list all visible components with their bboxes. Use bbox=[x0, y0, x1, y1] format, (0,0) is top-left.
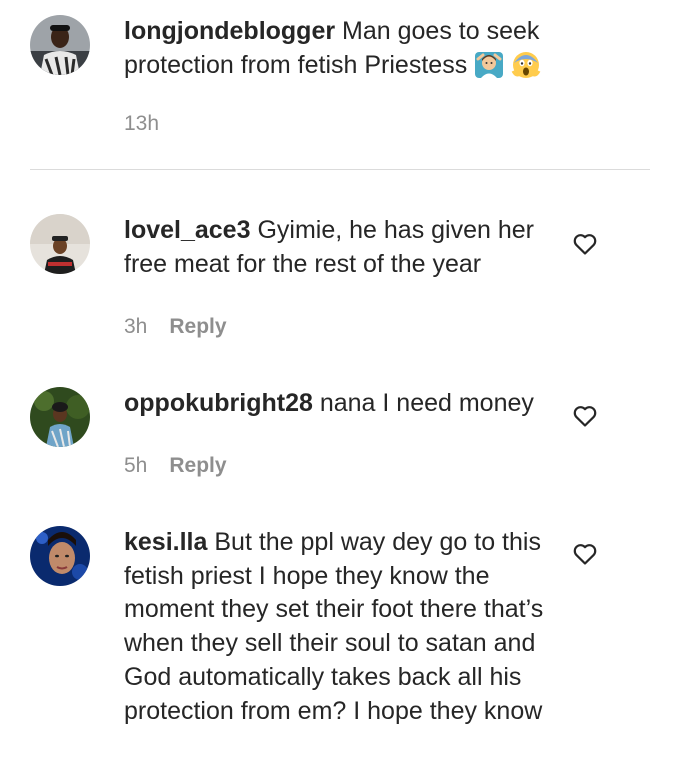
comment-text: oppokubright28 nana I need money bbox=[124, 387, 554, 421]
heart-outline-icon[interactable] bbox=[572, 542, 598, 566]
caption-text: longjondeblogger Man goes to seek protec… bbox=[124, 15, 554, 82]
comment-meta: 5h Reply bbox=[124, 454, 227, 478]
caption-time: 13h bbox=[124, 112, 160, 135]
reply-button[interactable]: Reply bbox=[169, 454, 226, 478]
caption-divider bbox=[30, 169, 650, 170]
comment-meta: 3h Reply bbox=[124, 315, 227, 339]
comment-username[interactable]: lovel_ace3 bbox=[124, 216, 251, 244]
comment-time: 5h bbox=[124, 454, 148, 477]
avatar-longjondeblogger[interactable] bbox=[30, 15, 90, 75]
comment-body: But the ppl way dey go to this fetish pr… bbox=[124, 528, 544, 725]
screaming-face-emoji bbox=[511, 49, 541, 79]
man-gesturing-ok-emoji bbox=[474, 49, 504, 79]
avatar-lovel_ace3[interactable] bbox=[30, 214, 90, 274]
avatar-oppokubright28[interactable] bbox=[30, 387, 90, 447]
reply-button[interactable]: Reply bbox=[169, 315, 226, 339]
comment-text: kesi.lla But the ppl way dey go to this … bbox=[124, 526, 554, 728]
caption-meta: 13h bbox=[124, 112, 159, 136]
avatar-kesi.lla[interactable] bbox=[30, 526, 90, 586]
comment-username[interactable]: kesi.lla bbox=[124, 528, 207, 556]
comment-text: lovel_ace3 Gyimie, he has given her free… bbox=[124, 214, 554, 281]
caption-username[interactable]: longjondeblogger bbox=[124, 17, 335, 45]
comment-body: nana I need money bbox=[319, 389, 534, 417]
heart-outline-icon[interactable] bbox=[572, 404, 598, 428]
comment-time: 3h bbox=[124, 315, 148, 338]
comment-username[interactable]: oppokubright28 bbox=[124, 389, 313, 417]
heart-outline-icon[interactable] bbox=[572, 232, 598, 256]
